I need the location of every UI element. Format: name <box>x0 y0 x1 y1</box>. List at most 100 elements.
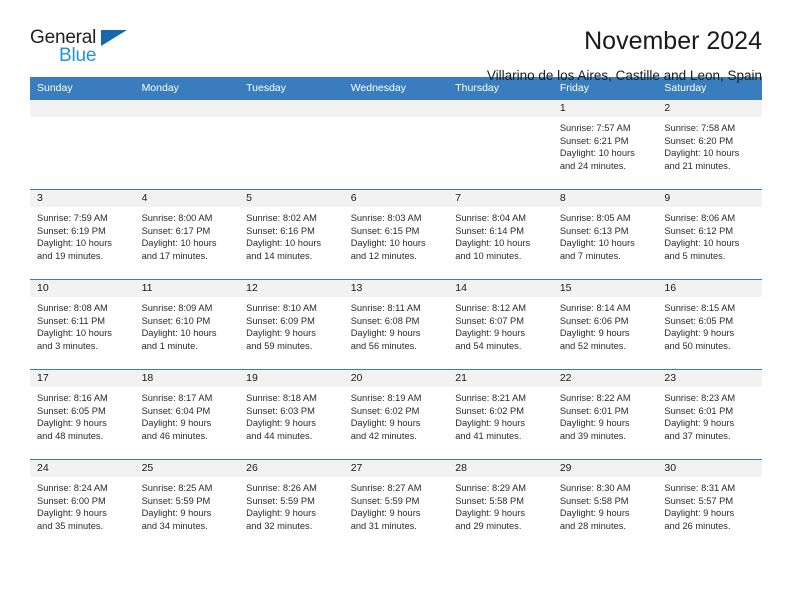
daylight-text: Daylight: 9 hours <box>664 508 735 519</box>
day-cell-content: 15 Sunrise: 8:14 AM Sunset: 6:06 PM Dayligh… <box>552 280 658 369</box>
daylight-text: and 1 minute. <box>141 340 198 351</box>
calendar-day-cell[interactable]: 6 Sunrise: 8:03 AM Sunset: 6:15 PM Daylight… <box>343 189 449 280</box>
day-cell-content: 20 Sunrise: 8:19 AM Sunset: 6:02 PM Dayligh… <box>343 370 449 459</box>
daylight-text: and 34 minutes. <box>141 520 208 531</box>
day-cell-content <box>343 100 449 189</box>
sunset-text: Sunset: 6:05 PM <box>37 405 106 416</box>
calendar-day-cell[interactable]: 23 Sunrise: 8:23 AM Sunset: 6:01 PM Dayligh… <box>657 369 762 460</box>
calendar-day-cell[interactable]: 12 Sunrise: 8:10 AM Sunset: 6:09 PM Dayligh… <box>239 279 344 370</box>
day-cell-content: 29 Sunrise: 8:30 AM Sunset: 5:58 PM Dayligh… <box>552 460 658 550</box>
daylight-text: Daylight: 9 hours <box>664 418 735 429</box>
day-cell-content: 17 Sunrise: 8:16 AM Sunset: 6:05 PM Dayligh… <box>30 370 135 459</box>
sunrise-text: Sunrise: 8:24 AM <box>37 483 108 493</box>
calendar-day-cell[interactable]: 15 Sunrise: 8:14 AM Sunset: 6:06 PM Dayligh… <box>552 279 658 370</box>
calendar-day-cell[interactable]: 1 Sunrise: 7:57 AM Sunset: 6:21 PM Daylight… <box>552 99 658 190</box>
calendar-day-cell[interactable]: 30 Sunrise: 8:31 AM Sunset: 5:57 PM Dayligh… <box>657 459 762 550</box>
calendar-day-cell[interactable]: 2 Sunrise: 7:58 AM Sunset: 6:20 PM Daylight… <box>657 99 762 190</box>
calendar-day-cell[interactable]: 26 Sunrise: 8:26 AM Sunset: 5:59 PM Dayligh… <box>239 459 344 550</box>
calendar-day-cell[interactable]: 22 Sunrise: 8:22 AM Sunset: 6:01 PM Dayligh… <box>552 369 658 460</box>
day-details: Sunrise: 8:10 AM Sunset: 6:09 PM Daylight:… <box>239 297 344 352</box>
daylight-text: and 24 minutes. <box>559 160 626 171</box>
daylight-text: and 29 minutes. <box>455 520 522 531</box>
daylight-text: Daylight: 10 hours <box>455 238 531 249</box>
day-number: 7 <box>448 190 553 207</box>
calendar-day-cell[interactable]: 5 Sunrise: 8:02 AM Sunset: 6:16 PM Daylight… <box>239 189 344 280</box>
general-blue-logo: General Blue <box>30 26 150 72</box>
day-number: 5 <box>239 190 344 207</box>
daylight-text: Daylight: 10 hours <box>559 148 635 159</box>
calendar-day-cell[interactable]: 19 Sunrise: 8:18 AM Sunset: 6:03 PM Dayligh… <box>239 369 344 460</box>
day-number: 27 <box>343 460 449 477</box>
calendar-day-cell[interactable]: 8 Sunrise: 8:05 AM Sunset: 6:13 PM Daylight… <box>552 189 658 280</box>
daylight-text: Daylight: 9 hours <box>246 508 316 519</box>
day-cell-content: 28 Sunrise: 8:29 AM Sunset: 5:58 PM Dayligh… <box>448 460 553 550</box>
calendar-day-cell[interactable]: 18 Sunrise: 8:17 AM Sunset: 6:04 PM Dayligh… <box>134 369 240 460</box>
calendar-day-cell[interactable]: 3 Sunrise: 7:59 AM Sunset: 6:19 PM Daylight… <box>30 189 135 280</box>
sunrise-text: Sunrise: 8:03 AM <box>350 213 422 223</box>
day-details: Sunrise: 8:22 AM Sunset: 6:01 PM Daylight:… <box>553 387 658 442</box>
daylight-text: Daylight: 9 hours <box>141 508 212 519</box>
calendar-day-cell[interactable]: 14 Sunrise: 8:12 AM Sunset: 6:07 PM Dayligh… <box>448 279 553 370</box>
calendar-day-cell[interactable]: 28 Sunrise: 8:29 AM Sunset: 5:58 PM Dayligh… <box>448 459 553 550</box>
day-number: 8 <box>552 190 658 207</box>
sunset-text: Sunset: 6:17 PM <box>141 225 211 236</box>
calendar-day-cell[interactable]: 29 Sunrise: 8:30 AM Sunset: 5:58 PM Dayligh… <box>552 459 658 550</box>
sunset-text: Sunset: 6:16 PM <box>246 225 315 236</box>
day-details: Sunrise: 8:27 AM Sunset: 5:59 PM Daylight:… <box>344 477 449 532</box>
day-cell-content: 30 Sunrise: 8:31 AM Sunset: 5:57 PM Dayligh… <box>657 460 762 550</box>
sunset-text: Sunset: 6:02 PM <box>350 405 420 416</box>
day-cell-content <box>239 100 344 189</box>
calendar-day-cell[interactable]: 16 Sunrise: 8:15 AM Sunset: 6:05 PM Dayligh… <box>657 279 762 370</box>
day-cell-content: 16 Sunrise: 8:15 AM Sunset: 6:05 PM Dayligh… <box>657 280 762 369</box>
calendar-day-cell[interactable]: 24 Sunrise: 8:24 AM Sunset: 6:00 PM Dayligh… <box>30 459 135 550</box>
daylight-text: and 28 minutes. <box>559 520 626 531</box>
day-number: 28 <box>448 460 553 477</box>
day-cell-content: 19 Sunrise: 8:18 AM Sunset: 6:03 PM Dayligh… <box>239 370 344 459</box>
day-number: 14 <box>448 280 553 297</box>
daylight-text: and 21 minutes. <box>664 160 731 171</box>
daylight-text: and 17 minutes. <box>141 250 208 261</box>
calendar-day-cell[interactable]: 4 Sunrise: 8:00 AM Sunset: 6:17 PM Daylight… <box>134 189 240 280</box>
sunrise-text: Sunrise: 8:21 AM <box>455 393 527 403</box>
day-number: 4 <box>134 190 240 207</box>
sunrise-text: Sunrise: 8:25 AM <box>141 483 213 493</box>
day-number: 12 <box>239 280 344 297</box>
day-cell-content: 21 Sunrise: 8:21 AM Sunset: 6:02 PM Dayligh… <box>448 370 553 459</box>
calendar-day-cell[interactable]: 10 Sunrise: 8:08 AM Sunset: 6:11 PM Dayligh… <box>30 279 135 370</box>
day-cell-content: 3 Sunrise: 7:59 AM Sunset: 6:19 PM Daylight… <box>30 190 135 279</box>
page-header: General Blue November 2024 Villarino de … <box>30 0 762 83</box>
calendar-day-cell[interactable]: 27 Sunrise: 8:27 AM Sunset: 5:59 PM Dayligh… <box>343 459 449 550</box>
calendar-day-cell[interactable]: 7 Sunrise: 8:04 AM Sunset: 6:14 PM Daylight… <box>448 189 553 280</box>
calendar-day-cell[interactable]: 25 Sunrise: 8:25 AM Sunset: 5:59 PM Dayligh… <box>134 459 240 550</box>
daylight-text: Daylight: 9 hours <box>37 418 107 429</box>
day-details: Sunrise: 8:08 AM Sunset: 6:11 PM Daylight:… <box>30 297 135 352</box>
daylight-text: and 35 minutes. <box>37 520 104 531</box>
sunrise-text: Sunrise: 8:12 AM <box>455 303 527 313</box>
weekday-header-wednesday: Wednesday <box>343 77 449 100</box>
calendar-day-cell[interactable]: 20 Sunrise: 8:19 AM Sunset: 6:02 PM Dayligh… <box>343 369 449 460</box>
daylight-text: Daylight: 10 hours <box>37 328 112 339</box>
calendar-day-cell[interactable]: 13 Sunrise: 8:11 AM Sunset: 6:08 PM Dayligh… <box>343 279 449 370</box>
calendar-day-cell <box>30 99 135 190</box>
sunset-text: Sunset: 5:57 PM <box>664 495 734 506</box>
sunrise-text: Sunrise: 8:14 AM <box>559 303 631 313</box>
day-details: Sunrise: 8:14 AM Sunset: 6:06 PM Daylight:… <box>553 297 658 352</box>
day-cell-content: 13 Sunrise: 8:11 AM Sunset: 6:08 PM Dayligh… <box>343 280 449 369</box>
calendar-day-cell[interactable]: 9 Sunrise: 8:06 AM Sunset: 6:12 PM Daylight… <box>657 189 762 280</box>
day-cell-content: 5 Sunrise: 8:02 AM Sunset: 6:16 PM Daylight… <box>239 190 344 279</box>
day-number: 21 <box>448 370 553 387</box>
calendar-day-cell[interactable]: 21 Sunrise: 8:21 AM Sunset: 6:02 PM Dayligh… <box>448 369 553 460</box>
calendar-day-cell[interactable]: 17 Sunrise: 8:16 AM Sunset: 6:05 PM Dayligh… <box>30 369 135 460</box>
day-number: 23 <box>657 370 762 387</box>
day-cell-content: 9 Sunrise: 8:06 AM Sunset: 6:12 PM Daylight… <box>657 190 762 279</box>
day-details: Sunrise: 8:24 AM Sunset: 6:00 PM Daylight:… <box>30 477 135 532</box>
sunrise-text: Sunrise: 7:57 AM <box>559 123 631 133</box>
sunrise-text: Sunrise: 8:16 AM <box>37 393 108 403</box>
day-cell-content: 12 Sunrise: 8:10 AM Sunset: 6:09 PM Dayligh… <box>239 280 344 369</box>
daylight-text: Daylight: 10 hours <box>141 328 217 339</box>
calendar-week-row: 3 Sunrise: 7:59 AM Sunset: 6:19 PM Daylight… <box>30 189 762 280</box>
sunrise-text: Sunrise: 8:22 AM <box>559 393 631 403</box>
daylight-text: and 32 minutes. <box>246 520 313 531</box>
calendar-day-cell[interactable]: 11 Sunrise: 8:09 AM Sunset: 6:10 PM Dayligh… <box>134 279 240 370</box>
sunrise-text: Sunrise: 8:17 AM <box>141 393 213 403</box>
